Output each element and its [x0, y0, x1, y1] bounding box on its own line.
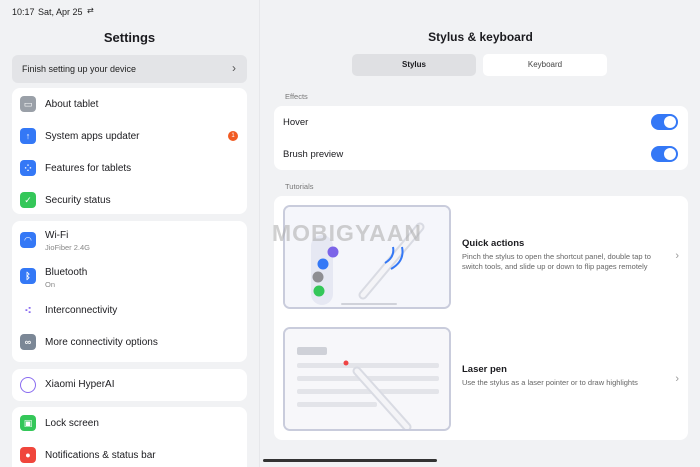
sidebar-item-more-connectivity[interactable]: ∞ More connectivity options [12, 327, 247, 359]
settings-sidebar: Settings Finish setting up your device ›… [0, 0, 259, 467]
settings-group-device: ▭ About tablet ↑ System apps updater 1 ⁘… [12, 88, 247, 214]
bluetooth-icon: ᛒ [20, 268, 36, 284]
page-title: Stylus & keyboard [428, 30, 533, 44]
sidebar-item-label: Xiaomi HyperAI [45, 379, 115, 390]
sidebar-item-security-status[interactable]: ✓ Security status [12, 184, 247, 216]
finish-setup-banner[interactable]: Finish setting up your device › [12, 55, 247, 83]
sidebar-item-bluetooth[interactable]: ᛒ Bluetooth On [12, 258, 247, 295]
effects-card: Hover Brush preview [274, 106, 688, 170]
sidebar-item-xiaomi-hyperai[interactable]: Xiaomi HyperAI [12, 369, 247, 401]
effects-section-label: Effects [285, 92, 308, 101]
tutorial-quick-actions[interactable]: Quick actions Pinch the stylus to open t… [274, 196, 688, 318]
grid-icon: ⁘ [20, 160, 36, 176]
wifi-network-name: JioFiber 2.4G [45, 243, 91, 252]
sidebar-item-label: Wi-Fi [45, 230, 69, 241]
toggle-knob [664, 116, 676, 128]
tab-stylus[interactable]: Stylus [352, 54, 476, 76]
hover-toggle[interactable] [651, 114, 678, 130]
sidebar-item-label: Lock screen [45, 418, 99, 429]
sidebar-item-label: More connectivity options [45, 337, 158, 348]
sidebar-item-lock-screen[interactable]: ▣ Lock screen [12, 407, 247, 439]
interconnect-icon: ⁖ [20, 302, 36, 318]
sidebar-item-label: Bluetooth [45, 267, 88, 278]
hover-setting-row[interactable]: Hover [274, 106, 688, 138]
sidebar-item-label: Notifications & status bar [45, 450, 156, 461]
sidebar-item-system-apps-updater[interactable]: ↑ System apps updater 1 [12, 120, 247, 152]
tablet-icon: ▭ [20, 96, 36, 112]
sidebar-item-features-for-tablets[interactable]: ⁘ Features for tablets [12, 152, 247, 184]
home-indicator[interactable] [263, 459, 437, 462]
quick-actions-description: Pinch the stylus to open the shortcut pa… [462, 252, 651, 271]
update-count-badge: 1 [228, 131, 238, 141]
laser-pen-title: Laser pen [462, 364, 507, 375]
settings-title: Settings [103, 30, 156, 45]
sidebar-item-label: Features for tablets [45, 163, 132, 174]
sidebar-item-notifications[interactable]: ● Notifications & status bar [12, 439, 247, 467]
toggle-knob [664, 148, 676, 160]
laser-pen-description: Use the stylus as a laser pointer or to … [462, 378, 638, 387]
lock-icon: ▣ [20, 415, 36, 431]
link-icon: ∞ [20, 334, 36, 350]
quick-actions-title: Quick actions [462, 238, 525, 249]
chevron-right-icon: › [675, 250, 679, 262]
laser-pen-graphic [285, 329, 449, 429]
hover-label: Hover [283, 117, 309, 128]
chevron-right-icon: › [675, 373, 679, 385]
settings-group-ai: Xiaomi HyperAI [12, 369, 247, 401]
arrow-up-icon: ↑ [20, 128, 36, 144]
brush-preview-setting-row[interactable]: Brush preview [274, 138, 688, 170]
settings-group-display: ▣ Lock screen ● Notifications & status b… [12, 407, 247, 467]
laser-pen-illustration [283, 327, 451, 431]
hyperai-icon [20, 377, 36, 393]
watermark: MOBIGYAAN [272, 220, 422, 246]
settings-group-connectivity: ◠ Wi-Fi JioFiber 2.4G ᛒ Bluetooth On ⁖ I… [12, 221, 247, 362]
shield-icon: ✓ [20, 192, 36, 208]
brush-preview-toggle[interactable] [651, 146, 678, 162]
tutorials-section-label: Tutorials [285, 182, 314, 191]
bell-icon: ● [20, 447, 36, 463]
sidebar-item-label: Interconnectivity [45, 305, 118, 316]
sidebar-item-interconnectivity[interactable]: ⁖ Interconnectivity [12, 295, 247, 327]
sidebar-item-about-tablet[interactable]: ▭ About tablet [12, 88, 247, 120]
sidebar-item-label: System apps updater [45, 131, 140, 142]
sidebar-item-label: Security status [45, 195, 111, 206]
finish-setup-label: Finish setting up your device [22, 64, 137, 74]
sidebar-item-label: About tablet [45, 99, 99, 110]
segmented-tabs: Stylus Keyboard [352, 54, 607, 76]
sidebar-item-wifi[interactable]: ◠ Wi-Fi JioFiber 2.4G [12, 221, 247, 258]
tab-keyboard[interactable]: Keyboard [483, 54, 607, 76]
tutorial-laser-pen[interactable]: Laser pen Use the stylus as a laser poin… [274, 318, 688, 440]
wifi-icon: ◠ [20, 232, 36, 248]
brush-preview-label: Brush preview [283, 149, 344, 160]
bluetooth-state: On [45, 280, 56, 289]
chevron-right-icon: › [232, 61, 236, 75]
